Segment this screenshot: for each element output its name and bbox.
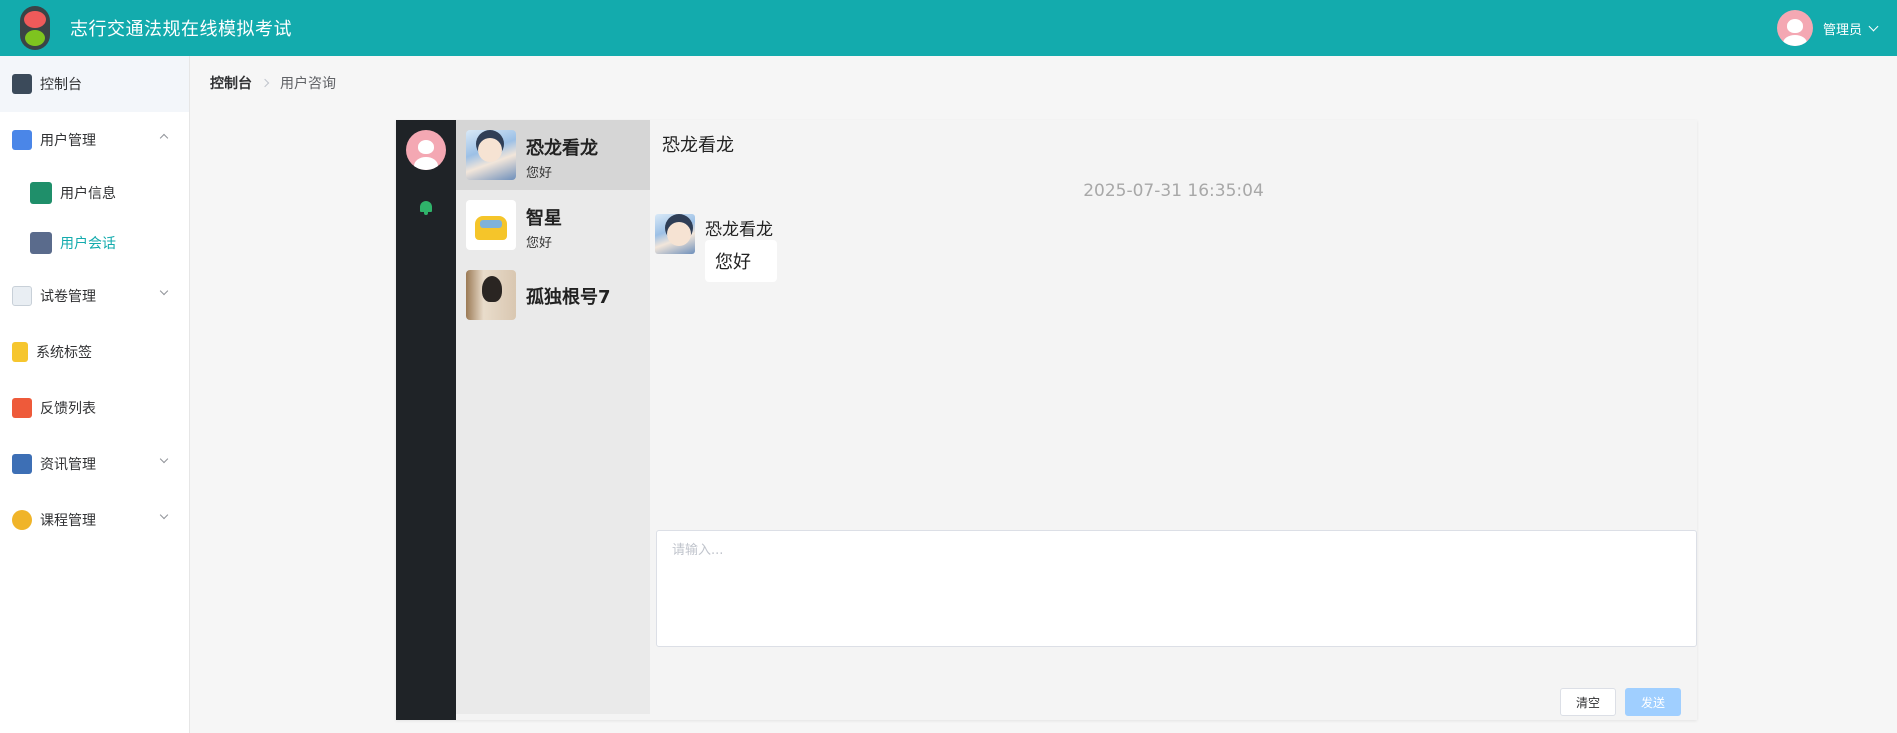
sidebar-item-label: 反馈列表 xyxy=(40,401,96,417)
clear-button[interactable]: 清空 xyxy=(1560,688,1616,716)
conversation-last-message: 您好 xyxy=(526,166,553,181)
message-bubble: 您好 xyxy=(705,240,777,282)
sidebar-item-exam-management[interactable]: 试卷管理 xyxy=(0,268,189,324)
news-icon xyxy=(12,454,32,474)
message-timestamp: 2025-07-31 16:35:04 xyxy=(1083,181,1264,201)
tag-icon xyxy=(12,342,28,362)
sidebar-item-label: 用户管理 xyxy=(40,133,96,149)
app-title: 志行交通法规在线模拟考试 xyxy=(70,19,292,40)
top-header: 志行交通法规在线模拟考试 管理员 xyxy=(0,0,1897,56)
sidebar-item-user-info[interactable]: 用户信息 xyxy=(0,168,189,218)
user-session-icon xyxy=(30,232,52,254)
user-management-icon xyxy=(12,130,32,150)
avatar xyxy=(466,130,516,180)
chat-title: 恐龙看龙 xyxy=(662,135,734,156)
chevron-down-icon[interactable] xyxy=(1868,21,1879,31)
sidebar: 控制台 用户管理 用户信息 用户会话 试卷管理 系统标签 反馈列表 资讯管理 课… xyxy=(0,56,190,733)
conversation-item[interactable]: 恐龙看龙 您好 xyxy=(456,120,650,190)
bell-icon[interactable] xyxy=(419,201,433,215)
conversation-item[interactable]: 智星 您好 xyxy=(456,190,650,260)
sidebar-item-label: 试卷管理 xyxy=(40,289,96,305)
breadcrumb: 控制台 用户咨询 xyxy=(210,73,336,93)
feedback-icon xyxy=(12,398,32,418)
avatar[interactable] xyxy=(406,130,446,170)
sidebar-item-dashboard[interactable]: 控制台 xyxy=(0,56,189,112)
user-info-icon xyxy=(30,182,52,204)
sidebar-item-feedback-list[interactable]: 反馈列表 xyxy=(0,380,189,436)
sidebar-item-news-management[interactable]: 资讯管理 xyxy=(0,436,189,492)
sidebar-item-label: 用户会话 xyxy=(60,236,116,252)
conversation-name: 孤独根号7 xyxy=(526,287,611,308)
conversation-item[interactable]: 孤独根号7 xyxy=(456,260,650,330)
chat-window: 恐龙看龙 您好 智星 您好 孤独根号7 恐龙看龙 2025-07-31 16:3… xyxy=(396,120,1697,720)
conversation-last-message: 您好 xyxy=(526,236,553,251)
user-avatar[interactable] xyxy=(1776,10,1813,46)
breadcrumb-current: 用户咨询 xyxy=(280,76,336,92)
sidebar-item-label: 用户信息 xyxy=(60,186,116,202)
dashboard-icon xyxy=(12,74,32,94)
sidebar-item-label: 课程管理 xyxy=(40,513,96,529)
sidebar-item-label: 资讯管理 xyxy=(40,457,96,473)
conversation-name: 智星 xyxy=(526,208,562,229)
breadcrumb-home[interactable]: 控制台 xyxy=(210,73,252,93)
chevron-right-icon xyxy=(260,78,270,88)
chat-rail xyxy=(396,120,456,720)
exam-paper-icon xyxy=(12,286,32,306)
sidebar-item-course-management[interactable]: 课程管理 xyxy=(0,492,189,548)
avatar xyxy=(655,214,695,254)
course-icon xyxy=(12,510,32,530)
traffic-light-logo-icon xyxy=(20,6,50,50)
send-button[interactable]: 发送 xyxy=(1625,688,1681,716)
chevron-down-icon[interactable] xyxy=(159,454,169,464)
user-name[interactable]: 管理员 xyxy=(1823,19,1862,38)
sidebar-item-label: 控制台 xyxy=(40,77,82,93)
message-input[interactable] xyxy=(656,530,1697,647)
chat-panel: 恐龙看龙 2025-07-31 16:35:04 恐龙看龙 您好 清空 发送 xyxy=(650,120,1697,720)
user-menu[interactable]: 管理员 xyxy=(1776,0,1879,56)
sidebar-item-user-session[interactable]: 用户会话 xyxy=(0,218,189,268)
avatar xyxy=(466,200,516,250)
chevron-up-icon[interactable] xyxy=(159,133,169,143)
sidebar-item-system-tags[interactable]: 系统标签 xyxy=(0,324,189,380)
chevron-down-icon[interactable] xyxy=(159,510,169,520)
sidebar-item-user-management[interactable]: 用户管理 xyxy=(0,112,189,168)
sidebar-item-label: 系统标签 xyxy=(36,345,92,361)
avatar xyxy=(466,270,516,320)
message-sender: 恐龙看龙 xyxy=(705,220,773,240)
conversation-list: 恐龙看龙 您好 智星 您好 孤独根号7 xyxy=(456,120,650,714)
conversation-name: 恐龙看龙 xyxy=(526,138,598,159)
chevron-down-icon[interactable] xyxy=(159,286,169,296)
